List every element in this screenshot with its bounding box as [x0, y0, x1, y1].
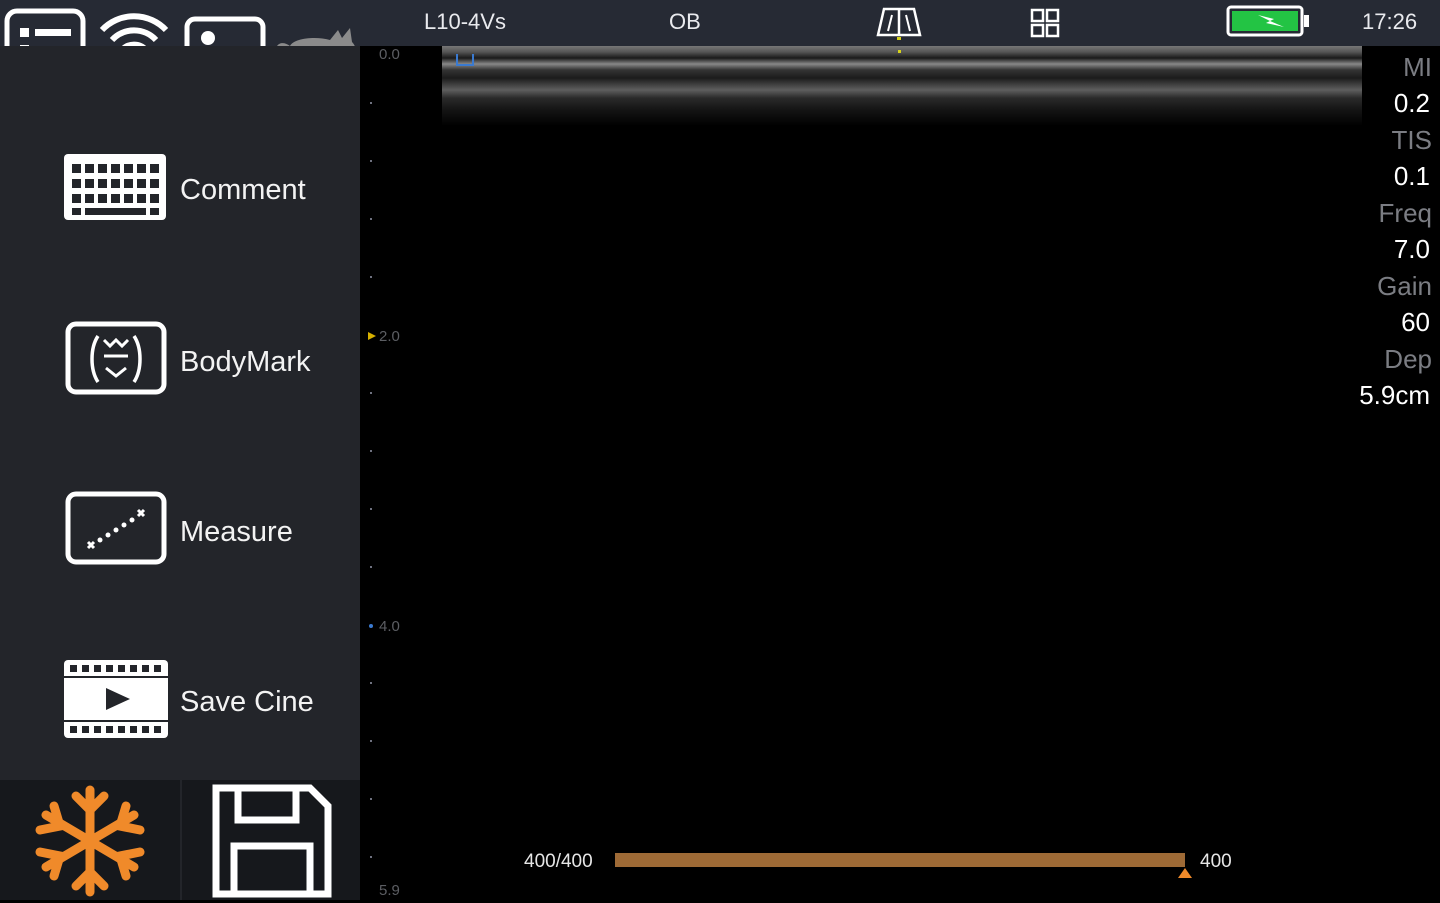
mi-value: 0.2	[1393, 88, 1430, 118]
keyboard-icon	[60, 146, 170, 231]
depth-tick	[370, 218, 372, 220]
snowflake-icon[interactable]	[28, 784, 152, 898]
floppy-disk-icon[interactable]	[210, 784, 334, 898]
beam-steer-icon[interactable]	[876, 5, 922, 41]
depth-tick	[370, 740, 372, 742]
freq-value: 7.0	[1393, 234, 1430, 264]
cine-progress-fill	[615, 853, 1185, 867]
depth-value: 5.9cm	[1359, 380, 1430, 410]
exam-preset[interactable]: OB	[669, 9, 701, 35]
bodymark-icon	[60, 318, 170, 403]
tis-label: TIS	[1391, 125, 1432, 155]
depth-tick	[370, 276, 372, 278]
bodymark-label: BodyMark	[180, 346, 311, 378]
quad-layout-icon[interactable]	[1030, 8, 1060, 38]
focus-depth-marker	[368, 332, 376, 340]
tis-value: 0.1	[1393, 161, 1430, 191]
depth-tick	[370, 856, 372, 858]
focus-marker	[456, 54, 474, 66]
depth-tick	[370, 566, 372, 568]
depth-dot-4cm	[369, 624, 373, 628]
comment-label: Comment	[180, 174, 306, 206]
depth-tick	[370, 392, 372, 394]
depth-tick	[370, 508, 372, 510]
depth-tick	[370, 682, 372, 684]
save-cine-button[interactable]: Save Cine	[60, 658, 350, 748]
measure-button[interactable]: Measure	[60, 488, 350, 578]
measure-icon	[60, 488, 170, 573]
freq-label: Freq	[1378, 198, 1432, 228]
film-play-icon	[60, 658, 170, 747]
cine-progress-track[interactable]	[615, 853, 1185, 867]
depth-label-5.9: 5.9	[379, 882, 400, 899]
probe-name[interactable]: L10-4Vs	[424, 9, 506, 35]
mi-label: MI	[1403, 52, 1432, 82]
clock-time: 17:26	[1362, 9, 1418, 34]
echo-band	[442, 46, 1362, 126]
depth-tick	[370, 798, 372, 800]
comment-button[interactable]: Comment	[60, 146, 350, 236]
toolbar-divider	[180, 780, 182, 900]
cine-frame-counter: 400/400	[524, 851, 593, 872]
depth-tick	[370, 450, 372, 452]
save-cine-label: Save Cine	[180, 686, 314, 718]
gain-label: Gain	[1377, 271, 1432, 301]
depth-tick	[370, 102, 372, 104]
center-tick	[898, 50, 901, 53]
depth-label: Dep	[1384, 344, 1432, 374]
depth-label-4: 4.0	[379, 618, 400, 635]
depth-label-0: 0.0	[379, 46, 400, 63]
battery-charging-icon	[1226, 5, 1310, 39]
gain-value: 60	[1401, 307, 1430, 337]
bodymark-button[interactable]: BodyMark	[60, 318, 350, 408]
cine-end-frame: 400	[1200, 851, 1232, 872]
depth-label-2: 2.0	[379, 328, 400, 345]
ultrasound-image[interactable]: 0.0 2.0 4.0 5.9	[362, 46, 1440, 900]
measure-label: Measure	[180, 516, 293, 548]
depth-tick	[370, 160, 372, 162]
cine-playhead[interactable]	[1178, 868, 1192, 878]
